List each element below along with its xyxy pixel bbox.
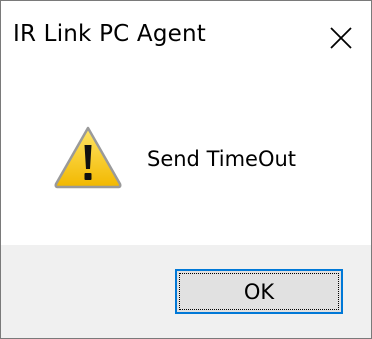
close-icon <box>330 27 352 49</box>
button-bar: OK <box>1 245 371 338</box>
window-title: IR Link PC Agent <box>13 21 207 47</box>
message-text: Send TimeOut <box>147 147 297 171</box>
ok-button-label: OK <box>243 280 275 304</box>
message-area: Send TimeOut <box>1 71 371 245</box>
warning-icon <box>54 126 122 189</box>
message-dialog: IR Link PC Agent Send TimeOut OK <box>0 0 372 339</box>
close-button[interactable] <box>311 1 371 71</box>
ok-button[interactable]: OK <box>175 269 343 314</box>
title-bar[interactable]: IR Link PC Agent <box>1 1 371 71</box>
